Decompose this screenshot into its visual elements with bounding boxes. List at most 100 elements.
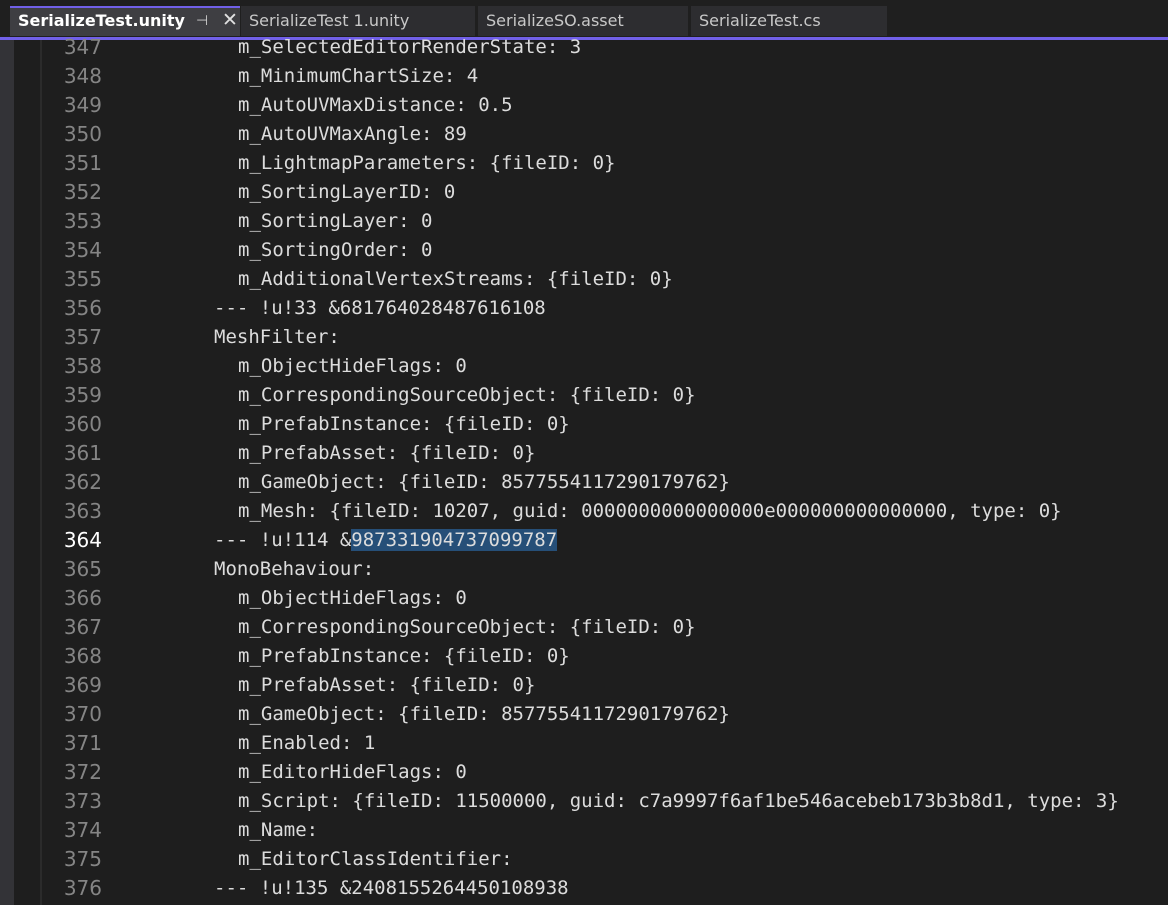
tab-serializetest-1-unity[interactable]: SerializeTest 1.unity <box>241 6 475 36</box>
code-text-content: m_GameObject: {fileID: 85775541172901797… <box>238 703 730 725</box>
code-line[interactable]: 367 m_CorrespondingSourceObject: {fileID:… <box>0 613 1168 642</box>
line-number: 347 <box>63 35 102 59</box>
code-text: m_Script: {fileID: 11500000, guid: c7a99… <box>238 787 1119 816</box>
code-line[interactable]: 356 --- !u!33 &681764028487616108 <box>0 294 1168 323</box>
code-text-content: m_SortingOrder: 0 <box>238 239 433 261</box>
code-line[interactable]: 373 m_Script: {fileID: 11500000, guid: c7… <box>0 787 1168 816</box>
line-number: 368 <box>63 644 102 668</box>
code-line[interactable]: 347 m_SelectedEditorRenderState: 3 <box>0 33 1168 62</box>
line-number: 349 <box>63 93 102 117</box>
code-line[interactable]: 374 m_Name: <box>0 816 1168 845</box>
code-line[interactable]: 372 m_EditorHideFlags: 0 <box>0 758 1168 787</box>
code-line[interactable]: 369 m_PrefabAsset: {fileID: 0} <box>0 671 1168 700</box>
code-text: m_GameObject: {fileID: 85775541172901797… <box>238 468 730 497</box>
code-text: --- !u!135 &2408155264450108938 <box>214 874 569 903</box>
code-text-content: --- !u!135 &2408155264450108938 <box>214 877 569 899</box>
code-editor[interactable]: 347 m_SelectedEditorRenderState: 3 348 m_Mi… <box>0 35 1168 905</box>
line-number: 362 <box>63 470 102 494</box>
code-text-content: m_LightmapParameters: {fileID: 0} <box>238 152 616 174</box>
tab-label: SerializeSO.asset <box>486 11 624 30</box>
line-number: 348 <box>63 64 102 88</box>
code-line[interactable]: 362 m_GameObject: {fileID: 85775541172901… <box>0 468 1168 497</box>
line-number: 372 <box>63 760 102 784</box>
code-text-content: m_CorrespondingSourceObject: {fileID: 0} <box>238 384 696 406</box>
code-text-content: MonoBehaviour: <box>214 558 375 580</box>
code-text: m_PrefabAsset: {fileID: 0} <box>238 671 535 700</box>
code-text: --- !u!114 &987331904737099787 <box>214 526 558 555</box>
code-text-content: m_SortingLayerID: 0 <box>238 181 456 203</box>
line-number: 353 <box>63 209 102 233</box>
code-text-content: m_CorrespondingSourceObject: {fileID: 0} <box>238 616 696 638</box>
code-line[interactable]: 352 m_SortingLayerID: 0 <box>0 178 1168 207</box>
code-text: MeshFilter: <box>214 323 340 352</box>
code-line[interactable]: 371 m_Enabled: 1 <box>0 729 1168 758</box>
code-text-content: m_EditorClassIdentifier: <box>238 848 513 870</box>
code-text: m_GameObject: {fileID: 85775541172901797… <box>238 700 730 729</box>
code-line[interactable]: 357 MeshFilter: <box>0 323 1168 352</box>
code-text: m_LightmapParameters: {fileID: 0} <box>238 149 616 178</box>
code-text: m_MinimumChartSize: 4 <box>238 62 478 91</box>
code-line[interactable]: 375 m_EditorClassIdentifier: <box>0 845 1168 874</box>
code-text-content: --- !u!33 &681764028487616108 <box>214 297 546 319</box>
close-icon[interactable]: ✕ <box>222 8 238 33</box>
line-number: 370 <box>63 702 102 726</box>
code-text: m_Enabled: 1 <box>238 729 375 758</box>
code-text-content: --- !u!114 & <box>214 529 352 551</box>
line-number: 360 <box>63 412 102 436</box>
code-line[interactable]: 370 m_GameObject: {fileID: 85775541172901… <box>0 700 1168 729</box>
code-text: m_PrefabInstance: {fileID: 0} <box>238 410 570 439</box>
selected-text: 987331904737099787 <box>351 529 558 551</box>
code-line[interactable]: 353 m_SortingLayer: 0 <box>0 207 1168 236</box>
code-text-content: m_Script: {fileID: 11500000, guid: c7a99… <box>238 790 1119 812</box>
code-line[interactable]: 350 m_AutoUVMaxAngle: 89 <box>0 120 1168 149</box>
code-line[interactable]: 358 m_ObjectHideFlags: 0 <box>0 352 1168 381</box>
code-line[interactable]: 376 --- !u!135 &2408155264450108938 <box>0 874 1168 903</box>
code-text-content: m_PrefabInstance: {fileID: 0} <box>238 413 570 435</box>
tab-serializeso-asset[interactable]: SerializeSO.asset <box>478 6 688 36</box>
code-text-content: m_AutoUVMaxDistance: 0.5 <box>238 94 513 116</box>
code-line[interactable]: 348 m_MinimumChartSize: 4 <box>0 62 1168 91</box>
code-text-content: m_AdditionalVertexStreams: {fileID: 0} <box>238 268 673 290</box>
code-text: m_AdditionalVertexStreams: {fileID: 0} <box>238 265 673 294</box>
line-number: 375 <box>63 847 102 871</box>
tab-label: SerializeTest.cs <box>699 11 821 30</box>
code-text: m_CorrespondingSourceObject: {fileID: 0} <box>238 613 696 642</box>
code-text: m_Name: <box>238 816 318 845</box>
code-text: m_CorrespondingSourceObject: {fileID: 0} <box>238 381 696 410</box>
code-text-content: m_PrefabInstance: {fileID: 0} <box>238 645 570 667</box>
code-text: m_SortingLayerID: 0 <box>238 178 455 207</box>
code-line[interactable]: 361 m_PrefabAsset: {fileID: 0} <box>0 439 1168 468</box>
code-text: m_PrefabAsset: {fileID: 0} <box>238 439 535 468</box>
pin-icon[interactable]: ⊣ <box>196 8 208 34</box>
code-line[interactable]: 359 m_CorrespondingSourceObject: {fileID:… <box>0 381 1168 410</box>
tab-serializetest-unity[interactable]: SerializeTest.unity ⊣ ✕ <box>10 6 240 36</box>
code-text-content: m_EditorHideFlags: 0 <box>238 761 467 783</box>
code-line[interactable]: 351 m_LightmapParameters: {fileID: 0} <box>0 149 1168 178</box>
code-text-content: m_GameObject: {fileID: 85775541172901797… <box>238 471 730 493</box>
code-line[interactable]: 349 m_AutoUVMaxDistance: 0.5 <box>0 91 1168 120</box>
line-number: 374 <box>63 818 102 842</box>
code-line[interactable]: 355 m_AdditionalVertexStreams: {fileID: 0… <box>0 265 1168 294</box>
code-text-content: m_Name: <box>238 819 319 841</box>
code-line[interactable]: 360 m_PrefabInstance: {fileID: 0} <box>0 410 1168 439</box>
tab-serializetest-cs[interactable]: SerializeTest.cs <box>691 6 887 36</box>
code-text: m_SortingLayer: 0 <box>238 207 432 236</box>
line-number: 369 <box>63 673 102 697</box>
code-text: m_EditorClassIdentifier: <box>238 845 513 874</box>
code-text: m_SortingOrder: 0 <box>238 236 432 265</box>
code-line[interactable]: 366 m_ObjectHideFlags: 0 <box>0 584 1168 613</box>
line-number: 358 <box>63 354 102 378</box>
code-text: m_EditorHideFlags: 0 <box>238 758 467 787</box>
code-line[interactable]: 354 m_SortingOrder: 0 <box>0 236 1168 265</box>
code-line[interactable]: 368 m_PrefabInstance: {fileID: 0} <box>0 642 1168 671</box>
code-text: MonoBehaviour: <box>214 555 374 584</box>
code-line[interactable]: 364 --- !u!114 &987331904737099787 <box>0 526 1168 555</box>
code-line[interactable]: 363 m_Mesh: {fileID: 10207, guid: 0000000… <box>0 497 1168 526</box>
code-text: m_ObjectHideFlags: 0 <box>238 352 467 381</box>
code-text: --- !u!33 &681764028487616108 <box>214 294 546 323</box>
line-number: 357 <box>63 325 102 349</box>
code-text-content: m_ObjectHideFlags: 0 <box>238 355 467 377</box>
code-line[interactable]: 365 MonoBehaviour: <box>0 555 1168 584</box>
line-number: 376 <box>63 876 102 900</box>
code-text-content: m_ObjectHideFlags: 0 <box>238 587 467 609</box>
